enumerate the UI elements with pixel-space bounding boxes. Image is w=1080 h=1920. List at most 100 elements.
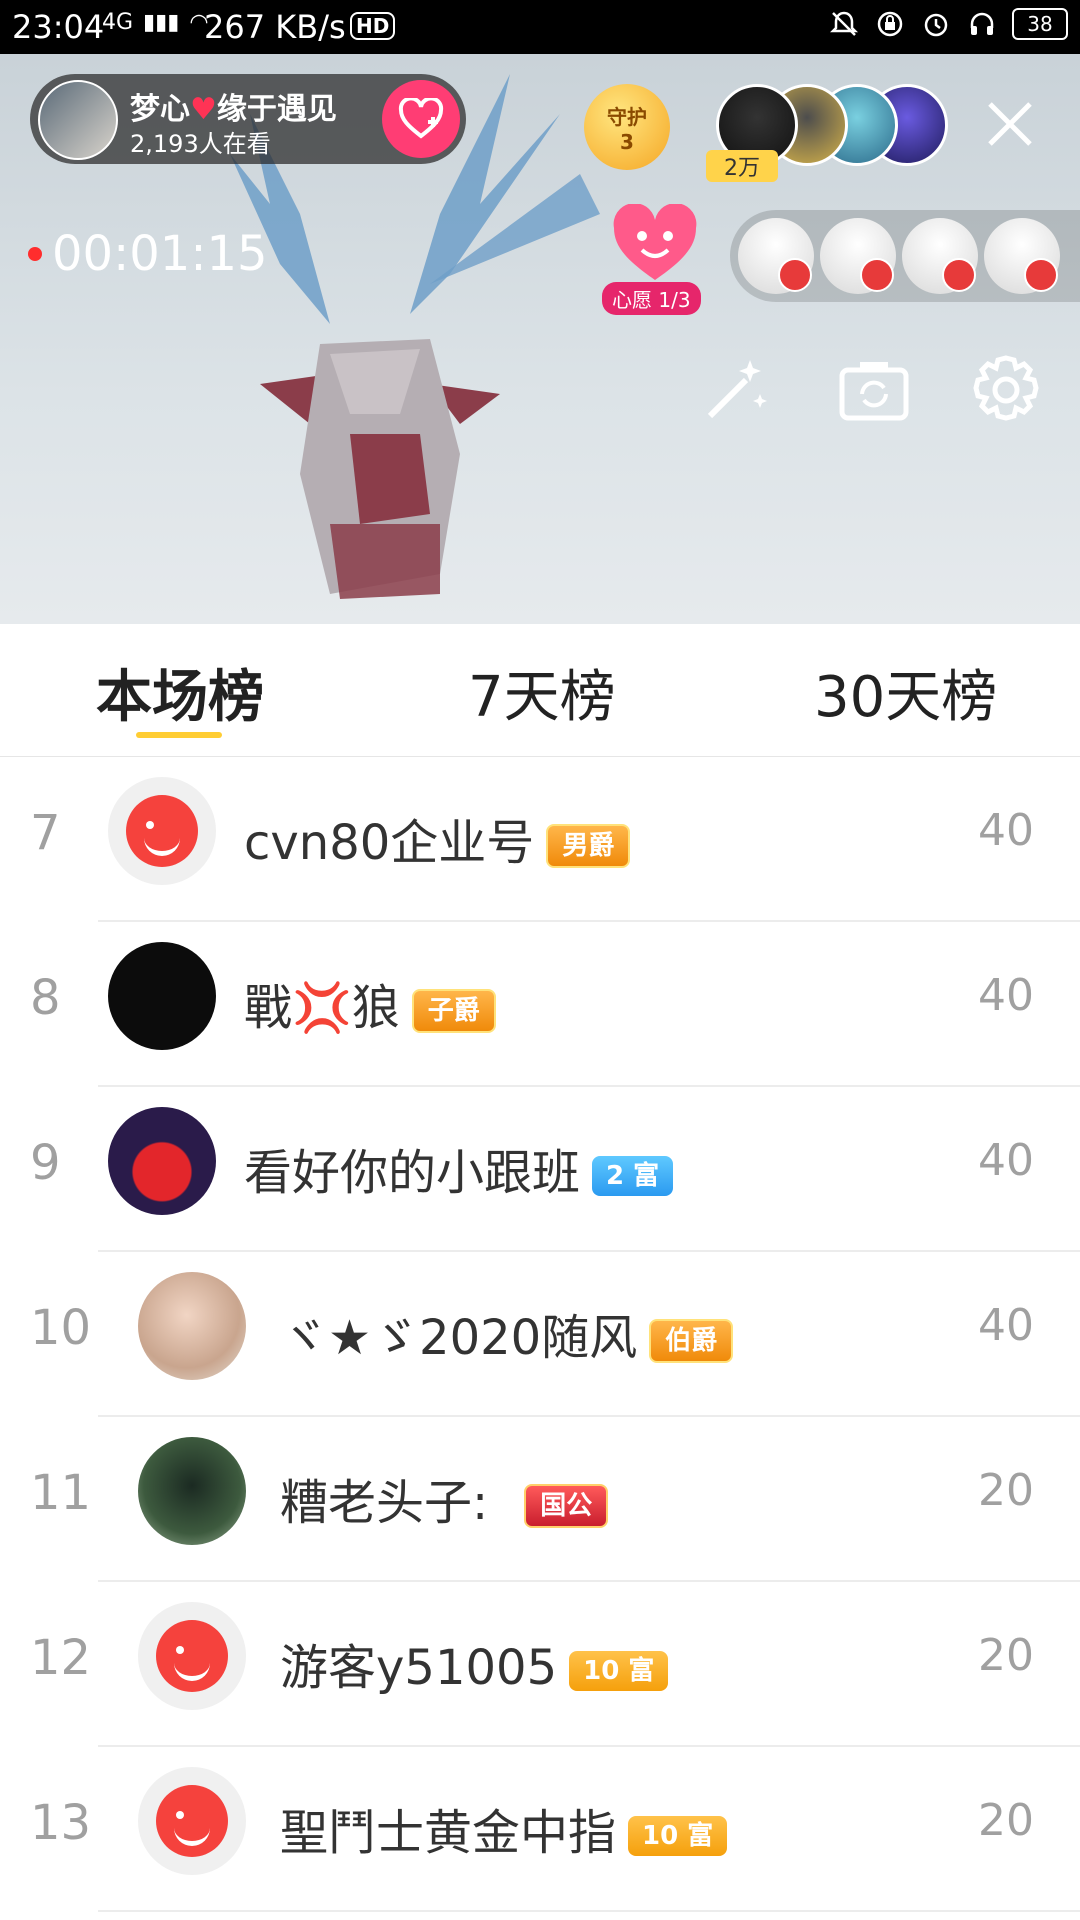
guard-count: 3 bbox=[620, 129, 634, 154]
user-name-text: cvn80企业号 bbox=[244, 815, 535, 871]
ranking-row[interactable]: 10 ヾ★ゞ2020随风 伯爵 40 bbox=[0, 1252, 1080, 1417]
ranking-list[interactable]: 7 cvn80企业号 男爵 40 8 戰💢狼 子爵 40 9 看好你的小跟班 2 富 … bbox=[0, 757, 1080, 1920]
seat-avatar[interactable] bbox=[820, 218, 896, 294]
ranking-row[interactable]: 12 游客y51005 10 富 20 bbox=[0, 1582, 1080, 1747]
seat-avatar[interactable] bbox=[984, 218, 1060, 294]
live-video[interactable]: 梦心♥缘于遇见 2,193人在看 守护 3 2万 00:01:15 心愿 1/3 bbox=[0, 54, 1080, 624]
user-name: 糟老头子: 国公 bbox=[280, 1463, 609, 1533]
user-name-text: 糟老头子: bbox=[280, 1475, 489, 1531]
host-avatar[interactable] bbox=[38, 80, 118, 160]
host-name-suffix: 缘于遇见 bbox=[216, 92, 337, 127]
active-tab-indicator bbox=[136, 732, 222, 738]
wish-label: 心愿 1/3 bbox=[602, 282, 701, 315]
status-time: 23:04 bbox=[12, 8, 105, 46]
user-avatar[interactable] bbox=[138, 1437, 246, 1545]
host-name: 梦心♥缘于遇见 bbox=[130, 84, 337, 128]
lock-rotation-icon bbox=[874, 8, 906, 40]
tab-7-days[interactable]: 7天榜 bbox=[468, 652, 616, 733]
rank-number: 13 bbox=[30, 1795, 92, 1851]
rank-number: 11 bbox=[30, 1465, 92, 1521]
fans-count-badge: 2万 bbox=[706, 150, 778, 182]
user-name-text: 看好你的小跟班 bbox=[244, 1145, 581, 1201]
crown-icon: 守护 3 bbox=[584, 84, 670, 170]
wish-widget[interactable]: 心愿 1/3 bbox=[600, 204, 710, 315]
switch-camera-button[interactable] bbox=[834, 350, 914, 430]
user-name-text: 聖鬥士黄金中指 bbox=[280, 1805, 617, 1861]
close-button[interactable] bbox=[980, 94, 1040, 154]
user-avatar[interactable] bbox=[138, 1767, 246, 1875]
user-avatar[interactable] bbox=[108, 942, 216, 1050]
user-avatar[interactable] bbox=[108, 777, 216, 885]
user-name-text: ヾ★ゞ2020随风 bbox=[280, 1310, 638, 1366]
host-info-pill[interactable]: 梦心♥缘于遇见 2,193人在看 bbox=[30, 74, 466, 164]
user-score: 20 bbox=[978, 1795, 1034, 1846]
rank-number: 10 bbox=[30, 1300, 92, 1356]
user-score: 40 bbox=[978, 805, 1034, 856]
rank-number: 7 bbox=[30, 805, 61, 861]
rich-level-badge: 2 富 bbox=[592, 1156, 674, 1196]
hd-icon: HD bbox=[350, 12, 396, 40]
user-avatar[interactable] bbox=[138, 1272, 246, 1380]
ranking-row[interactable]: 13 聖鬥士黄金中指 10 富 20 bbox=[0, 1747, 1080, 1912]
rich-level-badge: 10 富 bbox=[569, 1651, 669, 1691]
live-dot-icon bbox=[28, 247, 42, 261]
mute-icon bbox=[828, 8, 860, 40]
user-name: cvn80企业号 男爵 bbox=[244, 803, 631, 873]
guard-label: 守护 bbox=[607, 104, 647, 129]
user-score: 40 bbox=[978, 1135, 1034, 1186]
user-name: 游客y51005 10 富 bbox=[280, 1628, 669, 1698]
rich-level-badge: 10 富 bbox=[628, 1816, 728, 1856]
ranking-row[interactable]: 9 看好你的小跟班 2 富 40 bbox=[0, 1087, 1080, 1252]
heart-plus-icon bbox=[398, 98, 444, 139]
default-avatar-icon bbox=[156, 1785, 228, 1857]
headphones-icon bbox=[966, 8, 998, 40]
settings-button[interactable] bbox=[966, 350, 1046, 430]
ranking-row[interactable]: 8 戰💢狼 子爵 40 bbox=[0, 922, 1080, 1087]
user-score: 20 bbox=[978, 1465, 1034, 1516]
status-right-icons: 38 bbox=[828, 8, 1068, 40]
switch-camera-icon bbox=[839, 362, 909, 421]
ranking-tabs: 本场榜 7天榜 30天榜 bbox=[0, 624, 1080, 757]
noble-badge: 子爵 bbox=[411, 989, 496, 1033]
row-divider bbox=[98, 1910, 1080, 1912]
user-name: 戰💢狼 子爵 bbox=[244, 968, 496, 1038]
rank-number: 9 bbox=[30, 1135, 61, 1191]
guest-seats[interactable] bbox=[730, 210, 1080, 302]
ranking-row[interactable]: 7 cvn80企业号 男爵 40 bbox=[0, 757, 1080, 922]
rank-number: 8 bbox=[30, 970, 61, 1026]
host-name-prefix: 梦心 bbox=[130, 92, 190, 127]
heart-icon: ♥ bbox=[190, 92, 217, 127]
alarm-icon bbox=[920, 8, 952, 40]
status-speed: 267 KB/s bbox=[204, 8, 346, 46]
noble-badge: 男爵 bbox=[546, 824, 631, 868]
noble-badge: 伯爵 bbox=[649, 1319, 734, 1363]
user-avatar[interactable] bbox=[108, 1107, 216, 1215]
default-avatar-icon bbox=[156, 1620, 228, 1692]
ranking-row[interactable]: 11 糟老头子: 国公 20 bbox=[0, 1417, 1080, 1582]
user-avatar[interactable] bbox=[138, 1602, 246, 1710]
magic-wand-icon bbox=[707, 360, 767, 419]
network-4g-icon: 4G bbox=[102, 10, 134, 35]
battery-icon: 38 bbox=[1012, 8, 1068, 40]
guard-badge[interactable]: 守护 3 bbox=[584, 84, 674, 194]
close-icon bbox=[988, 102, 1032, 146]
tab-this-show[interactable]: 本场榜 bbox=[96, 652, 264, 733]
top-fans[interactable]: 2万 bbox=[706, 84, 948, 182]
rank-number: 12 bbox=[30, 1630, 92, 1686]
beauty-wand-button[interactable] bbox=[696, 350, 776, 430]
timer-text: 00:01:15 bbox=[52, 226, 268, 282]
user-name: ヾ★ゞ2020随风 伯爵 bbox=[280, 1298, 734, 1368]
signal-icon: ▮▮▮ bbox=[143, 10, 180, 35]
seat-avatar[interactable] bbox=[738, 218, 814, 294]
wish-heart-icon bbox=[613, 204, 697, 280]
default-avatar-icon bbox=[126, 795, 198, 867]
seat-avatar[interactable] bbox=[902, 218, 978, 294]
tab-30-days[interactable]: 30天榜 bbox=[814, 652, 997, 733]
user-score: 40 bbox=[978, 970, 1034, 1021]
user-score: 20 bbox=[978, 1630, 1034, 1681]
follow-button[interactable] bbox=[382, 80, 460, 158]
gear-icon bbox=[973, 355, 1039, 421]
user-name-text: 游客y51005 bbox=[280, 1640, 558, 1696]
user-name: 聖鬥士黄金中指 10 富 bbox=[280, 1793, 728, 1863]
viewer-count: 2,193人在看 bbox=[130, 130, 271, 158]
